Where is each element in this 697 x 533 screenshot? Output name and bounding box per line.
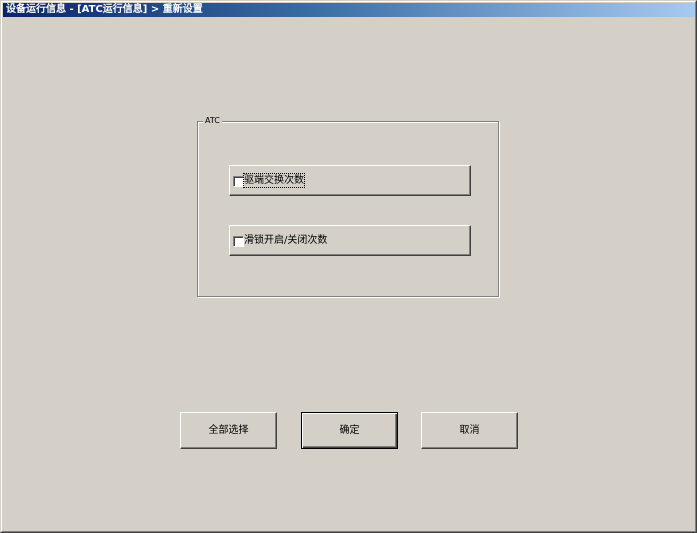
checkbox-drive-swap-count[interactable]: [233, 176, 244, 187]
select-all-button[interactable]: 全部选择: [180, 412, 277, 449]
dialog-window: 设备运行信息 - [ATC运行信息] > 重新设置 ATC 驱端交换次数 滑锁开…: [0, 0, 697, 533]
window-title: 设备运行信息 - [ATC运行信息] > 重新设置: [3, 3, 695, 17]
option-drive-swap-count[interactable]: 驱端交换次数: [229, 165, 471, 196]
ok-button[interactable]: 确定: [301, 412, 398, 449]
checkbox-slide-lock-count[interactable]: [233, 236, 244, 247]
atc-groupbox: ATC 驱端交换次数 滑锁开启/关闭次数: [197, 116, 499, 297]
option-label-drive-swap-count: 驱端交换次数: [243, 173, 305, 188]
option-label-slide-lock-count: 滑锁开启/关闭次数: [244, 235, 328, 246]
option-slide-lock-count[interactable]: 滑锁开启/关闭次数: [229, 225, 471, 256]
groupbox-legend: ATC: [203, 116, 222, 126]
cancel-button[interactable]: 取消: [421, 412, 518, 449]
